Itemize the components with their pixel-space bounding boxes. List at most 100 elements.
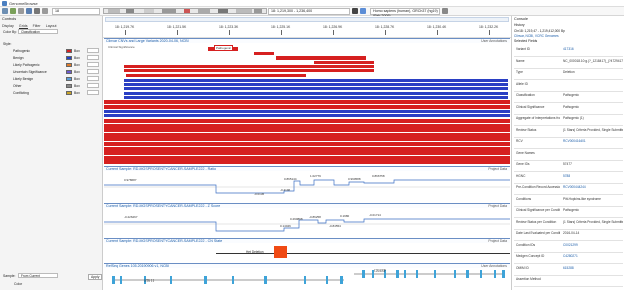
- color-swatch[interactable]: [66, 70, 72, 74]
- sample-select[interactable]: From Current: [18, 273, 58, 278]
- field-value[interactable]: C0021299: [563, 243, 623, 247]
- gene-exon[interactable]: [404, 270, 406, 278]
- gene-exon[interactable]: [454, 270, 456, 278]
- home-icon[interactable]: [2, 8, 8, 14]
- style-dropdown[interactable]: [87, 90, 99, 95]
- gene-track[interactable]: ST6 11 CBARP: [104, 268, 510, 290]
- legend-row[interactable]: Uncertain Significance Box: [3, 69, 101, 75]
- style-dropdown[interactable]: [87, 69, 99, 74]
- cnv-variant-bar[interactable]: [104, 110, 510, 113]
- style-dropdown[interactable]: [87, 76, 99, 81]
- cnv-variant-bar[interactable]: [104, 151, 510, 156]
- gene-exon[interactable]: [466, 270, 469, 278]
- export-icon[interactable]: [34, 8, 40, 14]
- cnv-variant-bar[interactable]: [124, 65, 374, 68]
- gene-exon[interactable]: [480, 270, 482, 278]
- apply-button[interactable]: Apply: [88, 274, 103, 280]
- legend-row[interactable]: Pathogenic Box: [3, 48, 101, 54]
- legend-row[interactable]: Conflicting Box: [3, 90, 101, 96]
- cnv-variant-bar[interactable]: [104, 160, 510, 165]
- cnv-variant-bar[interactable]: [104, 128, 510, 133]
- color-swatch[interactable]: [66, 91, 72, 95]
- source-link[interactable]: Clinvar, NCBI, VCRC Genomes: [514, 34, 559, 38]
- field-value[interactable]: 615288: [563, 266, 623, 270]
- gene-exon[interactable]: [326, 276, 328, 284]
- cnv-variant-bar[interactable]: [276, 56, 366, 60]
- zoom-icon[interactable]: [360, 8, 366, 14]
- gene-exon[interactable]: [204, 276, 207, 284]
- position-input[interactable]: 18: 1,219,300 - 1,236,400: [268, 8, 350, 15]
- overview-scrollbar[interactable]: [105, 17, 509, 22]
- cnv-variant-bar[interactable]: [314, 61, 374, 64]
- style-dropdown[interactable]: [87, 55, 99, 60]
- cnv-variant-bar[interactable]: [104, 142, 510, 146]
- legend-row[interactable]: Likely Benign Box: [3, 76, 101, 82]
- color-swatch[interactable]: [66, 84, 72, 88]
- gene-exon[interactable]: [120, 276, 122, 284]
- legend-row[interactable]: Benign Box: [3, 55, 101, 61]
- field-value[interactable]: C4280271: [563, 254, 623, 258]
- tab-layout[interactable]: Layout: [46, 24, 57, 28]
- field-value[interactable]: RCV000416401: [563, 139, 623, 143]
- style-dropdown[interactable]: [87, 62, 99, 67]
- cnv-variant-bar[interactable]: [104, 132, 510, 137]
- style-dropdown[interactable]: [87, 48, 99, 53]
- cnstate-track[interactable]: Het Deletion: [104, 243, 510, 263]
- gene-exon[interactable]: [170, 276, 172, 284]
- gene-exon[interactable]: [264, 276, 267, 284]
- cnv-variant-bar[interactable]: [124, 91, 508, 95]
- cnv-variant-bar[interactable]: [104, 155, 510, 160]
- gene-exon[interactable]: [112, 276, 115, 284]
- style-dropdown[interactable]: [87, 83, 99, 88]
- tab-display[interactable]: Display: [2, 24, 14, 28]
- gene-exon[interactable]: [362, 270, 365, 278]
- cnv-variant-bar[interactable]: [124, 83, 508, 87]
- gene-exon[interactable]: [434, 270, 436, 278]
- cnv-variant-bar[interactable]: [254, 52, 274, 55]
- gene-exon[interactable]: [340, 276, 343, 284]
- settings-icon[interactable]: [18, 8, 24, 14]
- pointer-icon[interactable]: [352, 8, 358, 14]
- cnv-variant-bar[interactable]: [124, 69, 374, 72]
- cnv-variant-bar[interactable]: [124, 79, 508, 82]
- gene-exon[interactable]: [232, 276, 234, 284]
- color-swatch[interactable]: [66, 63, 72, 67]
- color-swatch[interactable]: [66, 77, 72, 81]
- genome-search[interactable]: Homo sapiens (human), GRCh37 (hg19) (Feb…: [370, 8, 440, 18]
- legend-row[interactable]: Other Box: [3, 83, 101, 89]
- add-icon[interactable]: [10, 8, 16, 14]
- table-icon[interactable]: [26, 8, 32, 14]
- settings-icon[interactable]: [442, 8, 448, 14]
- signal-line[interactable]: [104, 218, 510, 232]
- cnv-variant-bar[interactable]: [104, 100, 510, 104]
- field-value[interactable]: 417316: [563, 47, 623, 51]
- legend-row[interactable]: Likely Pathogenic Box: [3, 62, 101, 68]
- gene-exon[interactable]: [494, 270, 496, 278]
- track-header-cnv[interactable]: Clinvar CNVs and Large Variants 2020-04-…: [104, 38, 510, 43]
- cnv-variant-bar[interactable]: [104, 146, 510, 151]
- cnv-variant-bar[interactable]: [126, 74, 306, 77]
- tab-filter[interactable]: Filter: [33, 24, 41, 28]
- gene-exon[interactable]: [304, 276, 306, 284]
- field-value[interactable]: 5788: [563, 174, 623, 178]
- chromosome-ideogram[interactable]: [103, 8, 267, 14]
- cnv-track[interactable]: Clinical Significance Pathogenic: [104, 44, 510, 166]
- cnv-variant-bar[interactable]: [124, 87, 508, 91]
- gene-exon[interactable]: [416, 270, 418, 278]
- cnv-variant-bar[interactable]: [104, 137, 510, 142]
- cnv-variant-bar[interactable]: [104, 114, 510, 117]
- color-swatch[interactable]: [66, 56, 72, 60]
- chromosome-select[interactable]: 18: [52, 8, 100, 15]
- ratio-track[interactable]: 0.978687 -0.0136 -0.4196 0.865144 1.02779 0.9…: [104, 171, 510, 203]
- gene-exon[interactable]: [502, 270, 505, 278]
- signal-line[interactable]: [104, 179, 510, 194]
- color-swatch[interactable]: [66, 49, 72, 53]
- cnv-variant-bar[interactable]: [104, 119, 510, 123]
- field-value[interactable]: RCV000444244: [563, 185, 623, 189]
- het-deletion-segment[interactable]: [274, 246, 287, 258]
- cnv-variant-bar[interactable]: [104, 123, 510, 128]
- cnv-variant-bar[interactable]: [104, 105, 510, 109]
- zscore-track[interactable]: -0.226267 0.14046 0.290898 -0.86258 -0.84554…: [104, 208, 510, 238]
- camera-icon[interactable]: [42, 8, 48, 14]
- cnv-variant-bar[interactable]: [124, 95, 508, 99]
